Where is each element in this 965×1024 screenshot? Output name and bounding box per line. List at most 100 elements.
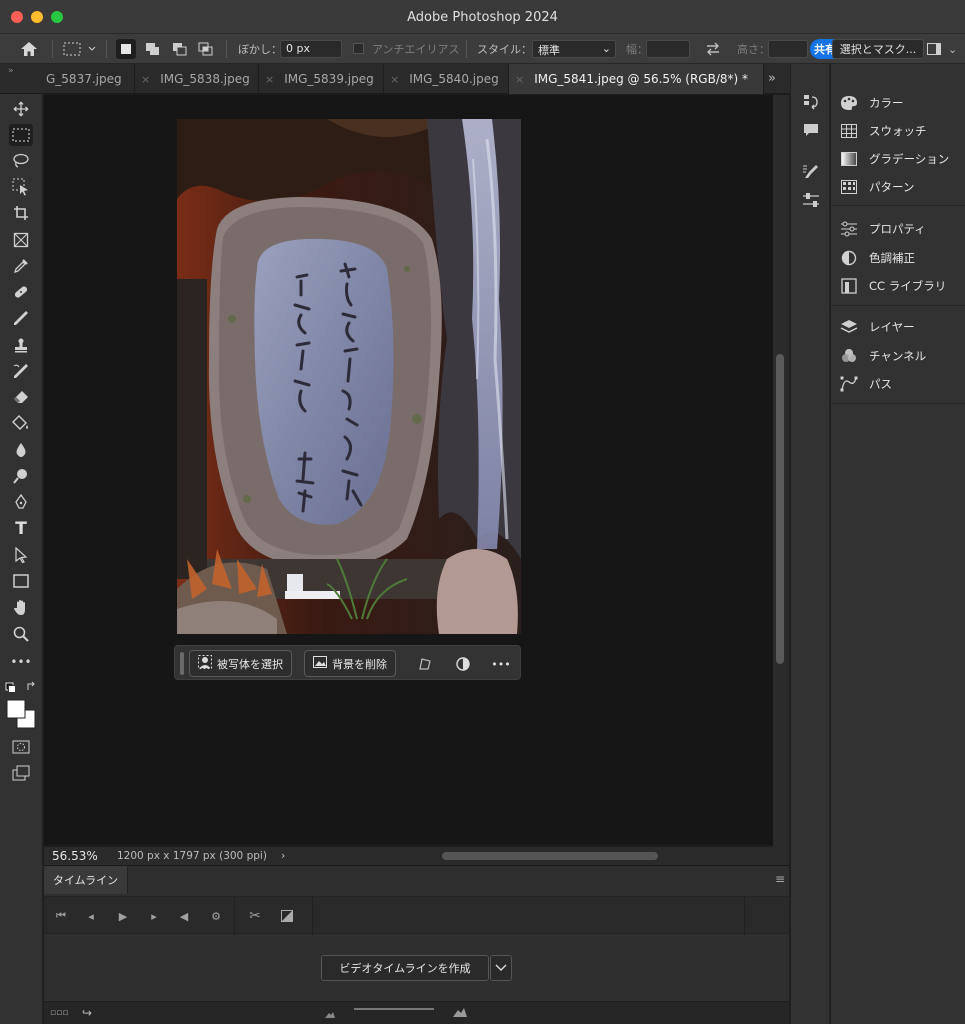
color-swatches[interactable] (5, 698, 37, 730)
contextual-task-bar: 被写体を選択 背景を削除 ••• (174, 645, 521, 680)
tab-img-5837[interactable]: G_5837.jpeg (0, 64, 135, 94)
panel-channels[interactable]: チャンネル (839, 345, 926, 367)
more-tools-icon[interactable]: ••• (9, 651, 33, 673)
next-frame-icon[interactable]: ▸ (145, 907, 163, 925)
select-subject-button[interactable]: 被写体を選択 (189, 650, 292, 677)
width-input[interactable] (646, 40, 690, 58)
tab-close-icon[interactable]: × (390, 73, 399, 86)
timeline-dropdown-button[interactable] (490, 955, 512, 981)
lasso-icon[interactable] (9, 150, 33, 172)
timeline-tab[interactable]: タイムライン (44, 866, 128, 894)
intersect-selection-icon[interactable] (196, 39, 216, 59)
swap-icon[interactable] (705, 34, 721, 64)
first-frame-icon[interactable]: ⏮ (52, 907, 70, 925)
more-options-icon[interactable]: ••• (491, 654, 511, 674)
paint-bucket-icon[interactable] (9, 412, 33, 434)
previous-frame-icon[interactable]: ◂ (82, 907, 100, 925)
panel-paths[interactable]: パス (839, 373, 892, 395)
eraser-icon[interactable] (9, 386, 33, 408)
title-bar: Adobe Photoshop 2024 (0, 0, 965, 34)
brush-settings-icon[interactable] (801, 162, 821, 182)
adjustments-sliders-icon[interactable] (801, 190, 821, 210)
settings-gear-icon[interactable]: ⚙ (207, 907, 225, 925)
panel-menu-icon[interactable]: ≡ (775, 872, 785, 886)
panel-cc-libraries[interactable]: CC ライブラリ (839, 275, 946, 297)
comments-icon[interactable] (801, 120, 821, 140)
tab-img-5840[interactable]: × IMG_5840.jpeg (384, 64, 509, 94)
marquee-preset-picker[interactable] (62, 34, 96, 64)
crop-icon[interactable] (9, 202, 33, 224)
panel-adjustments[interactable]: 色調補正 (839, 247, 915, 269)
height-input[interactable] (768, 40, 808, 58)
panel-properties[interactable]: プロパティ (839, 218, 926, 240)
antialias-checkbox[interactable] (353, 34, 365, 64)
play-icon[interactable]: ▶ (114, 907, 132, 925)
select-and-mask-button[interactable]: 選択とマスク... (832, 39, 924, 59)
marquee-icon[interactable] (9, 124, 33, 146)
dodge-icon[interactable] (9, 465, 33, 487)
tab-img-5841[interactable]: × IMG_5841.jpeg @ 56.5% (RGB/8*) * (509, 64, 764, 94)
feather-input[interactable]: 0 px (280, 40, 342, 58)
vertical-scrollbar-thumb[interactable] (776, 354, 784, 664)
quick-mask-icon[interactable] (9, 736, 33, 758)
panel-color[interactable]: カラー (839, 92, 904, 114)
add-selection-icon[interactable] (143, 39, 163, 59)
swatches-grid-icon (839, 122, 859, 140)
style-select[interactable]: 標準 ⌄ (532, 40, 616, 58)
zoom-in-mountain-icon[interactable] (452, 1006, 468, 1021)
remove-background-button[interactable]: 背景を削除 (304, 650, 396, 677)
workspace-icon[interactable] (927, 34, 941, 64)
create-video-timeline-button[interactable]: ビデオタイムラインを作成 (321, 955, 489, 981)
drag-handle[interactable] (180, 652, 184, 675)
scissors-icon[interactable]: ✂ (246, 907, 264, 925)
tab-close-icon[interactable]: × (265, 73, 274, 86)
panel-patterns[interactable]: パターン (839, 176, 914, 198)
panel-swatches[interactable]: スウォッチ (839, 120, 927, 142)
frame-icon[interactable] (9, 229, 33, 251)
feather-label: ぼかし： (238, 43, 282, 56)
document-image[interactable] (177, 119, 521, 634)
mask-icon[interactable] (415, 654, 435, 674)
convert-icon[interactable]: ↪ (82, 1006, 92, 1020)
horizontal-scrollbar-thumb[interactable] (442, 852, 658, 860)
blur-icon[interactable] (9, 439, 33, 461)
eyedropper-icon[interactable] (9, 255, 33, 277)
stamp-icon[interactable] (9, 334, 33, 356)
zoom-out-mountain-icon[interactable] (324, 1008, 336, 1022)
workspace-chevron-icon[interactable]: ⌄ (948, 34, 957, 64)
tab-img-5838[interactable]: × IMG_5838.jpeg (135, 64, 259, 94)
more-tabs-icon[interactable]: » (768, 71, 776, 86)
transition-icon[interactable] (278, 907, 296, 925)
swap-colors-area[interactable] (4, 676, 38, 698)
move-icon[interactable] (9, 98, 33, 120)
object-select-icon[interactable] (9, 176, 33, 198)
collapse-left-icon[interactable]: » (8, 66, 14, 76)
healing-brush-icon[interactable] (9, 281, 33, 303)
tools-panel: T ••• (0, 94, 43, 1024)
history-icon[interactable] (801, 92, 821, 112)
tab-close-icon[interactable]: × (141, 73, 150, 86)
antialias-label: アンチエイリアス (372, 43, 460, 56)
subtract-selection-icon[interactable] (170, 39, 190, 59)
hand-icon[interactable] (9, 596, 33, 618)
zoom-level[interactable]: 56.53% (52, 849, 98, 863)
status-menu-arrow[interactable]: › (281, 849, 285, 862)
timeline-zoom-slider[interactable] (354, 1008, 434, 1010)
home-icon[interactable] (20, 34, 38, 64)
panel-layers[interactable]: レイヤー (839, 316, 915, 338)
tab-close-icon[interactable]: × (515, 73, 524, 86)
frame-options-icon[interactable]: ▫▫▫ (50, 1008, 68, 1018)
panel-gradient[interactable]: グラデーション (839, 148, 949, 170)
path-select-icon[interactable] (9, 544, 33, 566)
pen-icon[interactable] (9, 491, 33, 513)
zoom-icon[interactable] (9, 623, 33, 645)
adjustment-icon[interactable] (453, 654, 473, 674)
brush-icon[interactable] (9, 307, 33, 329)
type-icon[interactable]: T (9, 518, 33, 540)
history-brush-icon[interactable] (9, 360, 33, 382)
new-selection-icon[interactable] (116, 39, 136, 59)
screen-mode-icon[interactable] (9, 762, 33, 784)
audio-icon[interactable]: ◀ (175, 907, 193, 925)
rectangle-icon[interactable] (9, 570, 33, 592)
tab-img-5839[interactable]: × IMG_5839.jpeg (259, 64, 384, 94)
